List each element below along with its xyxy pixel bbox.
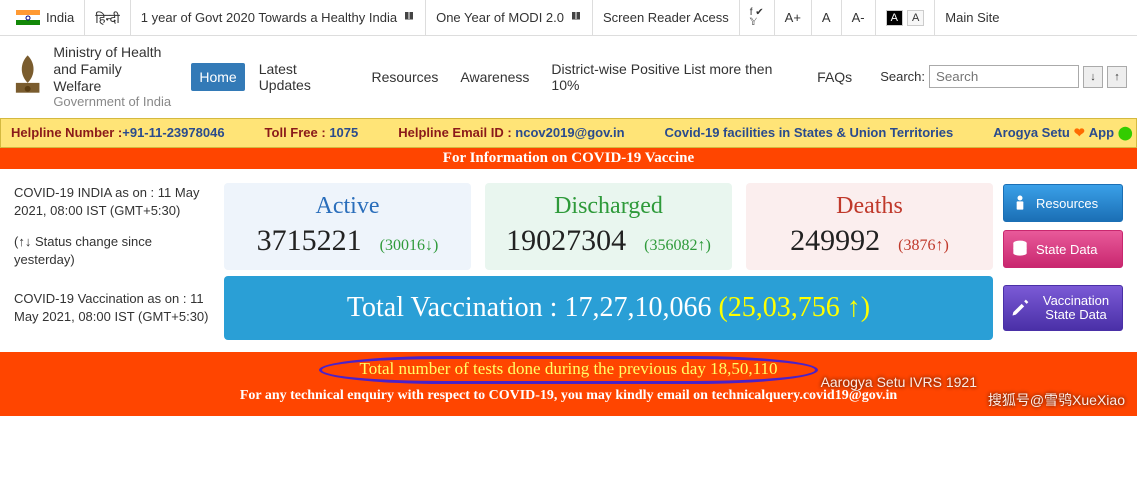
android-icon: ⬤ xyxy=(1118,125,1133,141)
twitter-icon[interactable]: 𝕐 xyxy=(750,18,764,28)
dashboard-info: COVID-19 INDIA as on : 11 May 2021, 08:0… xyxy=(14,184,214,268)
sort-down-button[interactable]: ↓ xyxy=(1083,66,1103,88)
site-logo[interactable]: Ministry of Health and Family Welfare Go… xyxy=(10,44,171,110)
heart-icon: ❤ xyxy=(1074,125,1085,141)
govt-year-link[interactable]: 1 year of Govt 2020 Towards a Healthy In… xyxy=(131,0,426,35)
site-header: Ministry of Health and Family Welfare Go… xyxy=(0,36,1137,118)
card-active: Active 3715221(30016↓) xyxy=(224,183,471,270)
status-change-label: (↑↓ Status change since yesterday) xyxy=(14,233,214,268)
side-buttons-top: Resources State Data xyxy=(1003,184,1123,268)
nav-district-list[interactable]: District-wise Positive List more then 10… xyxy=(543,55,803,99)
total-vaccination-card: Total Vaccination : 17,27,10,066 (25,03,… xyxy=(224,276,993,340)
font-decrease-button[interactable]: A- xyxy=(842,0,876,35)
country-cell[interactable]: India xyxy=(6,0,85,35)
footer-bar: Total number of tests done during the pr… xyxy=(0,352,1137,416)
top-utility-bar: India हिन्दी 1 year of Govt 2020 Towards… xyxy=(0,0,1137,36)
side-buttons-bottom: Vaccination State Data xyxy=(1003,285,1123,332)
deaths-delta: (3876↑) xyxy=(898,237,949,254)
vacc-asof: COVID-19 Vaccination as on : 11 May 2021… xyxy=(14,290,214,325)
contrast-light-button[interactable]: A xyxy=(907,10,924,26)
search-form: Search: ↓ ↑ xyxy=(880,65,1127,88)
ministry-title: Ministry of Health and Family Welfare Go… xyxy=(53,44,171,110)
font-increase-button[interactable]: A+ xyxy=(775,0,812,35)
search-input[interactable] xyxy=(929,65,1079,88)
emblem-icon xyxy=(10,53,45,101)
asof-label: COVID-19 INDIA as on : 11 May 2021, 08:0… xyxy=(14,184,214,219)
vacc-value: 17,27,10,066 xyxy=(564,292,711,323)
nav-faqs[interactable]: FAQs xyxy=(809,63,860,91)
vaccine-info-bar[interactable]: For Information on COVID-19 Vaccine xyxy=(0,148,1137,169)
country-label: India xyxy=(46,10,74,25)
vacc-label: Total Vaccination : xyxy=(347,292,565,323)
contrast-cell: A A xyxy=(876,0,936,35)
nav-home[interactable]: Home xyxy=(191,63,244,91)
tests-highlight: Total number of tests done during the pr… xyxy=(319,356,819,384)
ivrs-text: Aarogya Setu IVRS 1921 xyxy=(821,374,977,390)
helpline-email: Helpline Email ID : ncov2019@gov.in xyxy=(398,125,624,140)
primary-nav: Home Latest Updates Resources Awareness … xyxy=(191,55,860,99)
resources-button[interactable]: Resources xyxy=(1003,184,1123,222)
deaths-value: 249992 xyxy=(790,224,880,258)
screen-reader-link[interactable]: Screen Reader Acess xyxy=(593,0,740,35)
social-cell: f ✔ 𝕐 xyxy=(740,0,775,35)
card-deaths: Deaths 249992(3876↑) xyxy=(746,183,993,270)
nav-latest-updates[interactable]: Latest Updates xyxy=(251,55,358,99)
vacc-delta: (25,03,756 ↑) xyxy=(718,292,870,323)
facilities-link[interactable]: Covid-19 facilities in States & Union Te… xyxy=(665,125,954,140)
watermark-text: 搜狐号@雪鸮XueXiao xyxy=(988,390,1125,410)
discharged-delta: (356082↑) xyxy=(644,237,711,254)
modi-year-link[interactable]: One Year of MODI 2.0 xyxy=(426,0,593,35)
discharged-value: 19027304 xyxy=(506,224,626,258)
book-icon xyxy=(403,10,415,25)
stat-cards: Active 3715221(30016↓) Discharged 190273… xyxy=(224,183,993,270)
helpline-number: Helpline Number :+91-11-23978046 xyxy=(11,125,225,140)
tech-enquiry-text: For any technical enquiry with respect t… xyxy=(240,388,897,403)
language-link[interactable]: हिन्दी xyxy=(85,0,131,35)
india-flag-icon xyxy=(16,10,40,26)
nav-resources[interactable]: Resources xyxy=(363,63,446,91)
dashboard-row: COVID-19 INDIA as on : 11 May 2021, 08:0… xyxy=(0,169,1137,276)
search-label: Search: xyxy=(880,69,925,84)
book-icon xyxy=(570,10,582,25)
vaccination-state-data-button[interactable]: Vaccination State Data xyxy=(1003,285,1123,332)
nav-awareness[interactable]: Awareness xyxy=(452,63,537,91)
database-icon xyxy=(1010,239,1030,259)
arogya-setu-link[interactable]: Arogya Setu ❤ App ⬤ ⬤ xyxy=(993,125,1137,141)
sort-up-button[interactable]: ↑ xyxy=(1107,66,1127,88)
active-value: 3715221 xyxy=(257,224,362,258)
main-site-link[interactable]: Main Site xyxy=(935,0,1009,35)
contrast-dark-button[interactable]: A xyxy=(886,10,903,26)
resources-icon xyxy=(1010,193,1030,213)
helpline-bar: Helpline Number :+91-11-23978046 Toll Fr… xyxy=(0,118,1137,148)
state-data-button[interactable]: State Data xyxy=(1003,230,1123,268)
facebook-icon[interactable]: f ✔ xyxy=(750,8,764,18)
syringe-icon xyxy=(1010,298,1030,318)
card-discharged: Discharged 19027304(356082↑) xyxy=(485,183,732,270)
vaccination-row: COVID-19 Vaccination as on : 11 May 2021… xyxy=(0,276,1137,352)
font-normal-button[interactable]: A xyxy=(812,0,842,35)
toll-free: Toll Free : 1075 xyxy=(265,125,359,140)
active-delta: (30016↓) xyxy=(380,237,439,254)
